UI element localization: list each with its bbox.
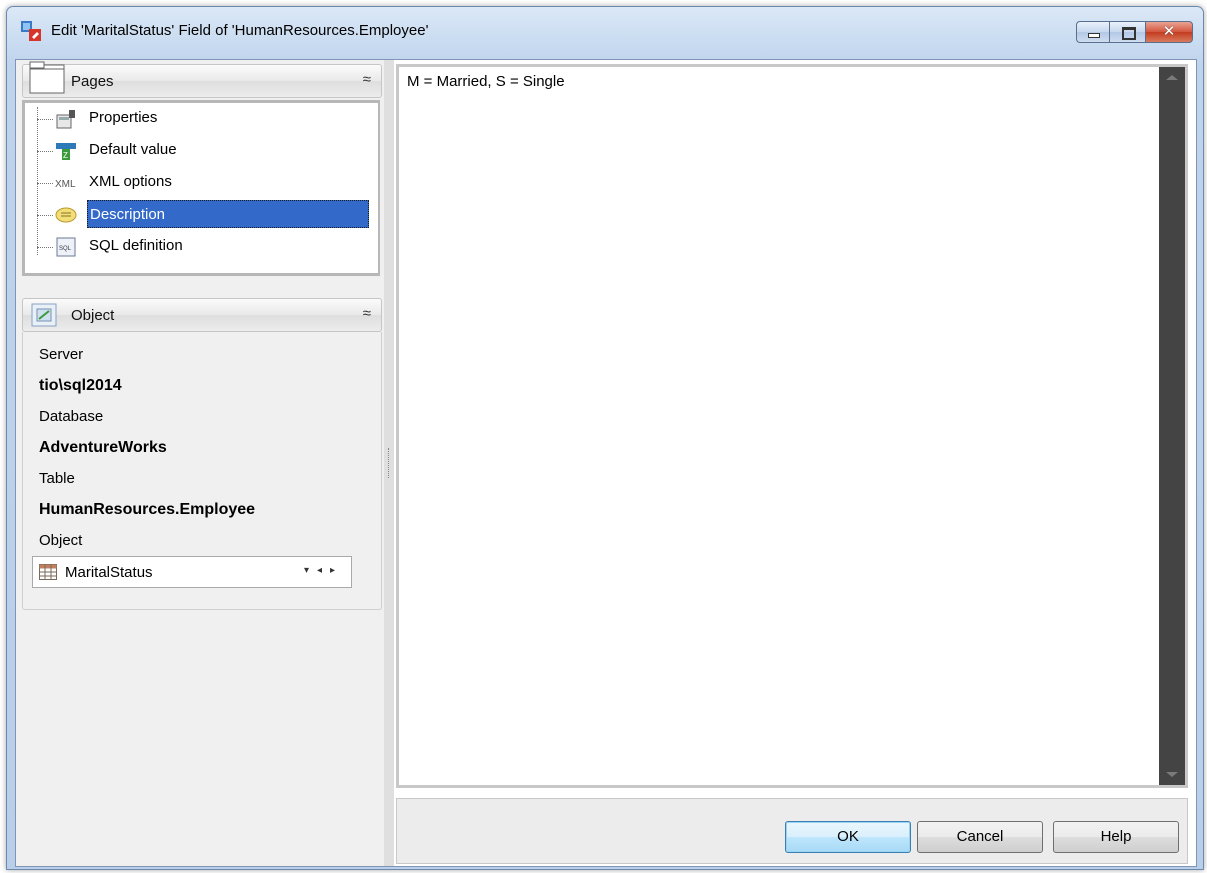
close-icon: ✕ [1162,23,1176,40]
pages-tree: Properties Z Default value XML XML optio… [22,100,380,276]
dialog-button-bar: OK Cancel Help [396,798,1188,864]
object-selector-value: MaritalStatus [65,564,153,581]
default-value-icon: Z [56,143,76,160]
tree-item-default-value[interactable]: Z Default value [25,135,377,167]
tree-connector [37,215,53,216]
cancel-button[interactable]: Cancel [917,821,1043,853]
dialog-window: Edit 'MaritalStatus' Field of 'HumanReso… [6,6,1204,870]
table-label: Table [39,470,75,487]
app-icon [21,21,41,41]
close-button[interactable]: ✕ [1145,21,1193,43]
xml-icon: XML [55,179,76,190]
title-bar[interactable]: Edit 'MaritalStatus' Field of 'HumanReso… [7,7,1203,47]
description-text: M = Married, S = Single [407,73,565,90]
tree-item-properties[interactable]: Properties [25,103,377,135]
object-panel-header[interactable]: Object ≈ [22,298,382,332]
tree-item-label: Default value [89,141,177,158]
server-value: tio\sql2014 [39,377,122,394]
properties-icon [56,110,75,129]
description-icon [55,207,77,223]
splitter-grip-icon [388,448,391,478]
object-label: Object [39,532,83,549]
tree-connector [37,119,53,120]
svg-text:XML: XML [55,179,76,190]
object-selector-combo[interactable]: MaritalStatus ▾◂▸ [32,556,352,588]
table-value: HumanResources.Employee [39,501,256,518]
combo-arrows-icon[interactable]: ▾◂▸ [304,565,343,576]
maximize-button[interactable] [1109,21,1145,43]
scroll-up-icon[interactable] [1166,75,1178,80]
object-panel-icon [31,303,57,327]
scroll-down-icon[interactable] [1166,772,1178,777]
tree-connector [37,151,53,152]
svg-text:Z: Z [63,151,68,160]
database-label: Database [39,408,104,425]
tree-item-sql-definition[interactable]: SQL SQL definition [25,231,377,263]
sql-icon: SQL [56,237,76,257]
server-label: Server [39,346,84,363]
tree-item-label: XML options [89,173,172,190]
help-button[interactable]: Help [1053,821,1179,853]
tree-item-label: SQL definition [89,237,183,254]
caption-buttons: ✕ [1076,21,1193,43]
tree-connector [37,247,53,248]
database-value: AdventureWorks [39,439,167,456]
ok-button[interactable]: OK [785,821,911,853]
collapse-icon[interactable]: ≈ [363,305,371,322]
dialog-client-area: Pages ≈ Properties Z Default value XML X… [15,59,1197,867]
minimize-icon [1088,33,1100,38]
pages-panel-title: Pages [71,73,114,90]
tree-item-xml-options[interactable]: XML XML options [25,167,377,199]
tree-item-label: Description [87,200,369,228]
minimize-button[interactable] [1076,21,1109,43]
tree-item-label: Properties [89,109,158,126]
pages-panel-header[interactable]: Pages ≈ [22,61,382,98]
pages-folder-icon [29,61,65,94]
navigation-pane: Pages ≈ Properties Z Default value XML X… [16,60,384,866]
svg-text:SQL: SQL [59,246,72,252]
maximize-icon [1122,27,1136,40]
description-editor[interactable]: M = Married, S = Single [396,64,1188,788]
pane-splitter[interactable] [384,60,394,866]
object-panel-title: Object [71,307,115,324]
window-title: Edit 'MaritalStatus' Field of 'HumanReso… [51,22,429,39]
vertical-scrollbar[interactable] [1159,67,1185,785]
table-icon [39,564,57,580]
tree-connector [37,183,53,184]
tree-item-description[interactable]: Description [25,199,377,231]
collapse-icon[interactable]: ≈ [363,71,371,88]
